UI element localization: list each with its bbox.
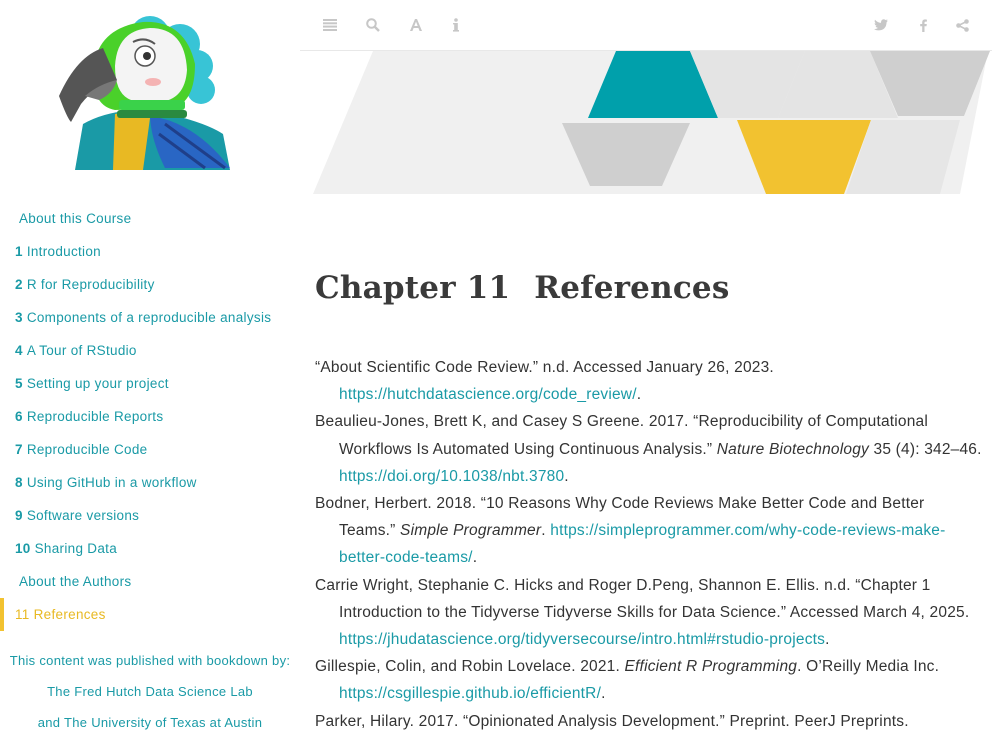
twitter-icon[interactable] xyxy=(871,15,891,35)
toc-item[interactable]: About the Authors xyxy=(0,565,300,598)
sidebar: About this Course 1 Introduction 2R for R… xyxy=(0,0,300,744)
published-line[interactable]: and The University of Texas at Austin xyxy=(0,712,300,743)
book-toolbar xyxy=(300,0,992,51)
toc-item-active[interactable]: 11 References xyxy=(0,598,300,631)
reference-entry: Parker, Hilary. 2017. “Opinionated Analy… xyxy=(315,712,909,730)
toc-toggle-icon[interactable] xyxy=(320,15,340,35)
toc-item[interactable]: 4A Tour of RStudio xyxy=(0,334,300,367)
toc-item[interactable]: 7 Reproducible Code xyxy=(0,433,300,466)
toc-item[interactable]: About this Course xyxy=(0,202,300,235)
main-content: Chapter 11 References xyxy=(315,270,985,306)
toc-item[interactable]: 1 Introduction xyxy=(0,235,300,268)
chapter-banner xyxy=(313,51,990,194)
toc-item[interactable]: 10 Sharing Data xyxy=(0,532,300,565)
page-title: Chapter 11 References xyxy=(315,270,730,306)
reference-entry: “About Scientific Code Review.” n.d. Acc… xyxy=(315,359,774,404)
reference-entry: Bodner, Herbert. 2018. “10 Reasons Why C… xyxy=(315,495,946,567)
reference-entry: Gillespie, Colin, and Robin Lovelace. 20… xyxy=(315,658,940,703)
reference-link[interactable]: https://csgillespie.github.io/efficientR… xyxy=(339,685,601,702)
font-icon[interactable] xyxy=(406,15,426,35)
share-icon[interactable] xyxy=(952,15,972,35)
search-icon[interactable] xyxy=(363,15,383,35)
table-of-contents: About this Course 1 Introduction 2R for R… xyxy=(0,202,300,631)
published-credits: This content was published with bookdown… xyxy=(0,650,300,743)
reference-link[interactable]: https://doi.org/10.1038/nbt.3780 xyxy=(339,468,564,485)
reference-entry: Carrie Wright, Stephanie C. Hicks and Ro… xyxy=(315,576,970,649)
toc-item[interactable]: 5 Setting up your project xyxy=(0,367,300,400)
reference-link[interactable]: https://jhudatascience.org/tidyversecour… xyxy=(339,631,825,648)
toc-item[interactable]: 2R for Reproducibility xyxy=(0,268,300,301)
references-list: “About Scientific Code Review.” n.d. Acc… xyxy=(315,354,985,735)
toc-item[interactable]: 6 Reproducible Reports xyxy=(0,400,300,433)
toc-item[interactable]: 3 Components of a reproducible analysis xyxy=(0,301,300,334)
published-line[interactable]: The Fred Hutch Data Science Lab xyxy=(0,681,300,712)
parrot-logo-icon xyxy=(59,16,230,170)
reference-link[interactable]: https://hutchdatascience.org/code_review… xyxy=(339,386,637,403)
published-line[interactable]: This content was published with bookdown… xyxy=(0,650,300,681)
facebook-icon[interactable] xyxy=(913,15,933,35)
toc-item[interactable]: 9 Software versions xyxy=(0,499,300,532)
toc-item[interactable]: 8 Using GitHub in a workflow xyxy=(0,466,300,499)
reference-entry: Beaulieu-Jones, Brett K, and Casey S Gre… xyxy=(315,413,982,485)
info-icon[interactable] xyxy=(446,15,466,35)
